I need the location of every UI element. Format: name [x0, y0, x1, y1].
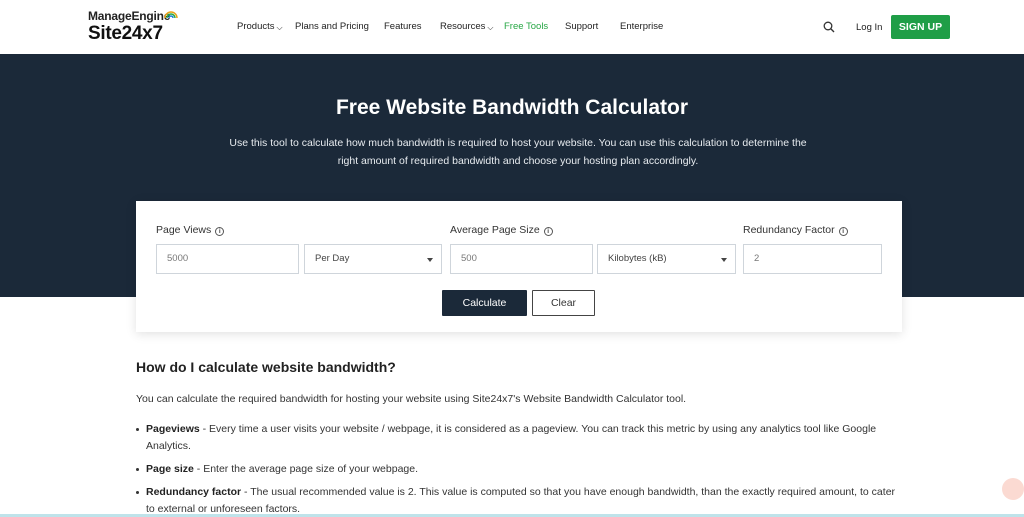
chevron-down-icon: ⌵ [487, 23, 494, 32]
avg-page-size-label: Average Page Size i [450, 224, 553, 236]
hero-description: Use this tool to calculate how much band… [212, 134, 824, 170]
list-item: Page size - Enter the average page size … [136, 461, 896, 478]
redundancy-input[interactable]: 2 [743, 244, 882, 274]
site-logo[interactable]: ManageEngine Site24x7 [88, 9, 178, 44]
hero-description-line-2: right amount of required bandwidth and c… [337, 155, 699, 167]
period-select[interactable]: Per Day [304, 244, 442, 274]
redundancy-label: Redundancy Factor i [743, 224, 848, 236]
menu-free-tools[interactable]: Free Tools [504, 21, 548, 32]
page-views-label: Page Views i [156, 224, 225, 236]
login-link[interactable]: Log In [856, 22, 882, 33]
logo-arc-icon [164, 11, 178, 19]
menu-features[interactable]: Features [384, 21, 422, 32]
list-item-text: - Enter the average page size of your we… [193, 463, 419, 475]
list-item-text: - Every time a user visits your website … [146, 423, 877, 452]
size-unit-select[interactable]: Kilobytes (kB) [597, 244, 736, 274]
caret-down-icon [427, 258, 433, 262]
list-item-term: Redundancy factor [146, 486, 242, 498]
floating-widget-button[interactable] [1002, 478, 1024, 500]
definition-list: Pageviews - Every time a user visits you… [136, 421, 896, 517]
calculate-button[interactable]: Calculate [442, 290, 527, 316]
menu-support[interactable]: Support [565, 21, 598, 32]
clear-button[interactable]: Clear [532, 290, 595, 316]
info-icon[interactable]: i [215, 227, 225, 236]
menu-enterprise[interactable]: Enterprise [620, 21, 663, 32]
info-icon[interactable]: i [543, 227, 553, 236]
bullet-dot [136, 491, 139, 494]
list-item-text: - The usual recommended value is 2. This… [146, 486, 896, 515]
list-item-term: Pageviews [146, 423, 200, 435]
brand-bottom-text: Site24x7 [88, 23, 163, 44]
list-item: Pageviews - Every time a user visits you… [136, 421, 896, 455]
avg-page-size-input[interactable]: 500 [450, 244, 593, 274]
menu-resources-label: Resources [440, 21, 486, 32]
hero-description-line-1: Use this tool to calculate how much band… [229, 137, 807, 149]
period-select-value: Per Day [315, 253, 350, 264]
brand-top-text: ManageEngine [88, 9, 171, 23]
size-unit-select-value: Kilobytes (kB) [608, 253, 667, 264]
avg-page-size-label-text: Average Page Size [450, 224, 540, 236]
bullet-dot [136, 428, 139, 431]
menu-plans-pricing[interactable]: Plans and Pricing [295, 21, 369, 32]
intro-paragraph: You can calculate the required bandwidth… [136, 393, 687, 405]
caret-down-icon [721, 258, 727, 262]
page-views-label-text: Page Views [156, 224, 212, 236]
list-item-term: Page size [146, 463, 194, 475]
calculator-card: Page Views i Average Page Size i Redundanc… [136, 201, 902, 332]
redundancy-label-text: Redundancy Factor [743, 224, 835, 236]
list-item: Redundancy factor - The usual recommende… [136, 484, 896, 517]
section-heading: How do I calculate website bandwidth? [136, 359, 396, 375]
menu-products-label: Products [237, 21, 275, 32]
search-icon[interactable] [823, 21, 835, 33]
menu-products[interactable]: Products ⌵ [237, 21, 283, 32]
page-title: Free Website Bandwidth Calculator [335, 96, 688, 119]
chevron-down-icon: ⌵ [276, 23, 283, 32]
info-icon[interactable]: i [838, 227, 848, 236]
signup-button[interactable]: SIGN UP [891, 15, 950, 39]
top-nav: ManageEngine Site24x7 Products ⌵ Plans an… [0, 0, 1024, 54]
menu-resources[interactable]: Resources ⌵ [440, 21, 494, 32]
page-views-input[interactable]: 5000 [156, 244, 299, 274]
bullet-dot [136, 468, 139, 471]
